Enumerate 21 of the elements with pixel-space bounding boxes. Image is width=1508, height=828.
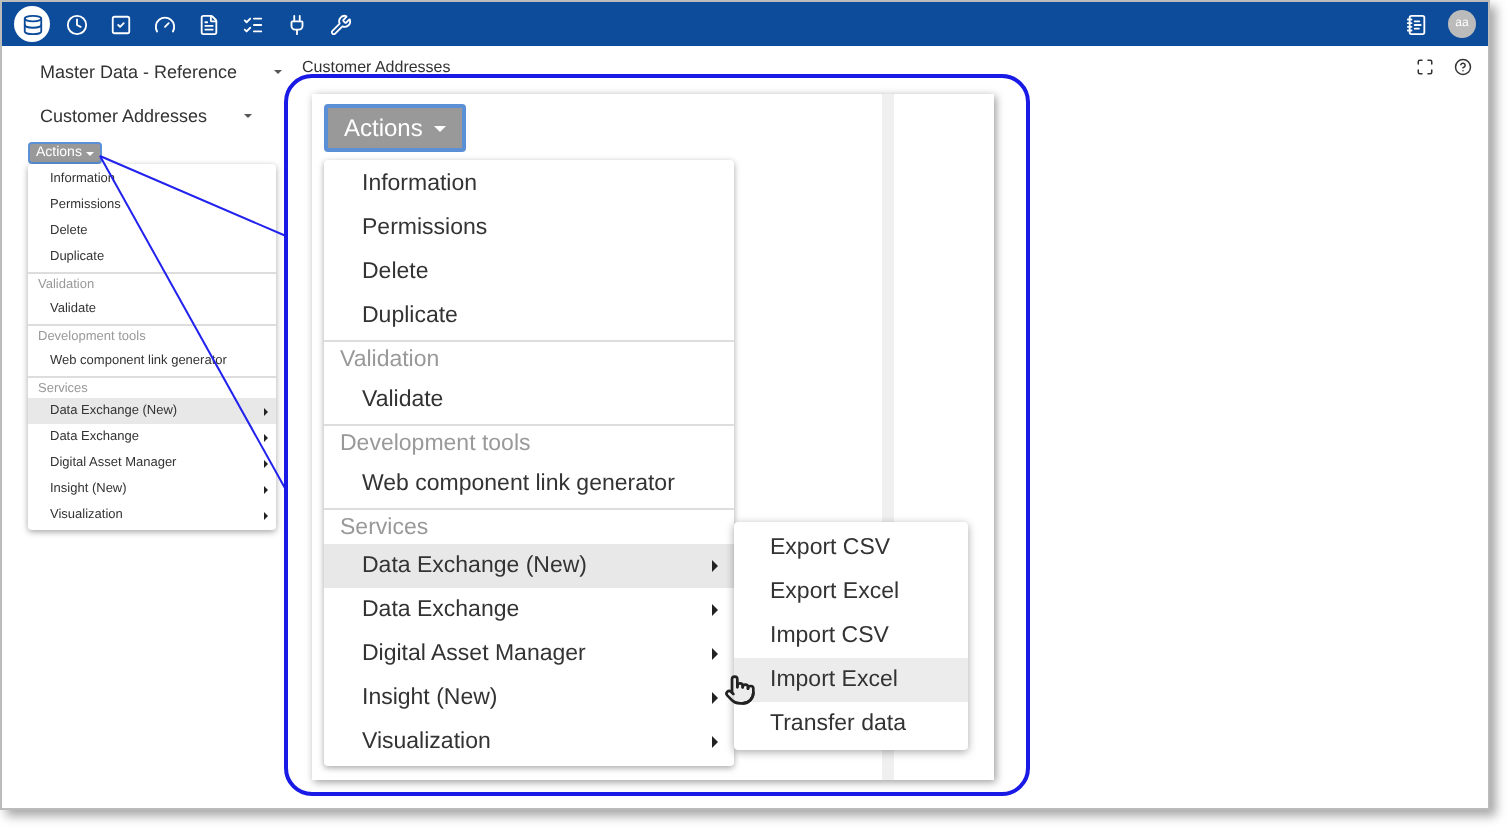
menu-item[interactable]: Data Exchange (New)	[324, 544, 734, 589]
view-selector[interactable]: Customer Addresses	[28, 106, 286, 126]
menu-item[interactable]: Delete	[324, 250, 734, 294]
menu-item[interactable]: Duplicate	[324, 294, 734, 338]
menu-item[interactable]: Permissions	[324, 206, 734, 250]
menu-item[interactable]: Transfer data	[734, 702, 968, 746]
menu-item[interactable]: Visualization	[324, 720, 734, 765]
menu-item[interactable]: Export CSV	[734, 526, 968, 570]
page-title: Customer Addresses	[302, 58, 453, 76]
menu-item[interactable]: Validate	[324, 377, 734, 422]
menu-item[interactable]: Import Excel	[734, 658, 968, 702]
menu-item[interactable]: Information	[324, 162, 734, 206]
menu-section-heading: Validation	[338, 346, 442, 376]
module-selector[interactable]: Master Data - Reference	[28, 62, 286, 82]
menu-item[interactable]: Export Excel	[734, 570, 968, 614]
menu-section-heading: Development tools	[338, 429, 533, 460]
menu-item[interactable]: Data Exchange	[324, 588, 734, 633]
menu-item[interactable]: Import CSV	[734, 614, 968, 658]
menu-item[interactable]: Web component link generator	[324, 461, 734, 506]
menu-item[interactable]: Digital Asset Manager	[324, 632, 734, 677]
menu-section-heading: Services	[338, 513, 431, 544]
